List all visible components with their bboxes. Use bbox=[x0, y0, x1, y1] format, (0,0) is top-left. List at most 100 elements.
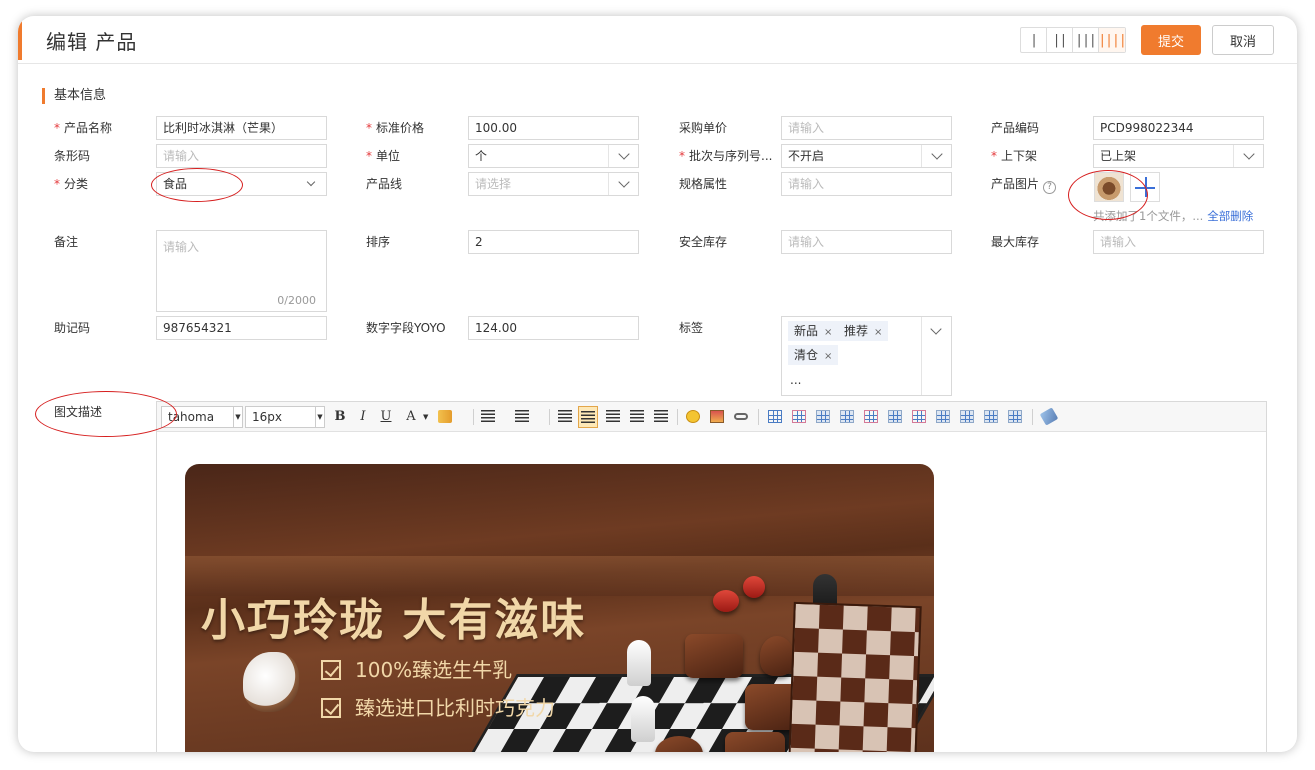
toolbar-divider bbox=[758, 409, 759, 425]
batch-serial-select[interactable]: 不开启 bbox=[781, 144, 952, 168]
submit-button[interactable]: 提交 bbox=[1141, 25, 1201, 55]
product-edit-window: 编辑 产品 | || ||| |||| 提交 取消 基本信息 * 产品名称 比利时… bbox=[18, 16, 1297, 752]
font-color-button[interactable]: A bbox=[401, 406, 421, 428]
split-cells-icon[interactable] bbox=[1008, 410, 1022, 423]
toolbar-divider bbox=[1032, 409, 1033, 425]
insert-row-before-icon[interactable] bbox=[816, 410, 830, 423]
ordered-list-icon[interactable] bbox=[481, 410, 495, 422]
safety-stock-input[interactable]: 请输入 bbox=[781, 230, 952, 254]
editor-toolbar: tahoma ▼ 16px ▼ B I U A ▼ bbox=[157, 402, 1266, 432]
align-left-button[interactable] bbox=[578, 406, 598, 428]
spec-input[interactable]: 请输入 bbox=[781, 172, 952, 196]
product-banner-image: 小巧玲珑 大有滋味 100%臻选生牛乳 臻选进口比利时巧克力 bbox=[185, 464, 934, 752]
highlight-color-icon[interactable] bbox=[438, 410, 452, 423]
chevron-down-icon bbox=[296, 173, 326, 195]
chevron-down-icon[interactable] bbox=[921, 317, 951, 395]
link-icon[interactable] bbox=[734, 413, 748, 420]
delete-column-icon[interactable] bbox=[912, 410, 926, 423]
max-stock-input[interactable]: 请输入 bbox=[1093, 230, 1264, 254]
delete-row-icon[interactable] bbox=[864, 410, 878, 423]
std-price-input[interactable]: 100.00 bbox=[468, 116, 639, 140]
strawberry-graphic bbox=[713, 590, 739, 612]
section-title-basic-info: 基本信息 bbox=[42, 88, 106, 104]
max-stock-label: 最大库存 bbox=[991, 235, 1040, 249]
image-icon[interactable] bbox=[710, 410, 724, 423]
chevron-down-icon bbox=[921, 145, 951, 167]
tag-remove-icon[interactable]: × bbox=[874, 327, 882, 338]
strawberry-graphic bbox=[743, 576, 765, 598]
column-layout-switcher: | || ||| |||| bbox=[1020, 27, 1127, 53]
cancel-button[interactable]: 取消 bbox=[1212, 25, 1274, 55]
layout-3-column-button[interactable]: ||| bbox=[1073, 28, 1099, 52]
merge-cells-icon[interactable] bbox=[936, 410, 950, 423]
remark-placeholder: 请输入 bbox=[163, 240, 200, 254]
merge-down-icon[interactable] bbox=[984, 410, 998, 423]
insert-column-icon[interactable] bbox=[888, 410, 902, 423]
banner-line-2: 臻选进口比利时巧克力 bbox=[321, 692, 555, 721]
tag-item: 新品 × bbox=[788, 321, 839, 341]
unordered-list-icon[interactable] bbox=[515, 410, 529, 422]
barcode-input[interactable]: 请输入 bbox=[156, 144, 327, 168]
tags-label: 标签 bbox=[679, 321, 704, 335]
sort-label: 排序 bbox=[366, 235, 391, 249]
white-knight-graphic bbox=[627, 640, 651, 686]
purchase-price-input[interactable]: 请输入 bbox=[781, 116, 952, 140]
indent-icon[interactable] bbox=[558, 410, 572, 422]
chocolate-graphic bbox=[725, 732, 785, 752]
toolbar-divider bbox=[677, 409, 678, 425]
unit-label: * 单位 bbox=[366, 149, 401, 163]
font-size-select[interactable]: 16px ▼ bbox=[245, 406, 325, 428]
remark-textarea[interactable]: 请输入 0/2000 bbox=[156, 230, 327, 312]
layout-4-column-button[interactable]: |||| bbox=[1098, 28, 1127, 52]
purchase-price-label: 采购单价 bbox=[679, 121, 728, 135]
annotation-ellipse-image bbox=[1068, 170, 1148, 220]
tag-item: 推荐 × bbox=[838, 321, 889, 341]
number-field-input[interactable]: 124.00 bbox=[468, 316, 639, 340]
char-counter: 0/2000 bbox=[277, 294, 316, 307]
help-icon[interactable]: ? bbox=[1043, 181, 1057, 194]
tags-select[interactable]: 新品 × 推荐 × 清仓 × ... bbox=[781, 316, 952, 396]
dropdown-arrow-icon: ▼ bbox=[423, 413, 429, 421]
product-line-select[interactable]: 请选择 bbox=[468, 172, 639, 196]
delete-all-link[interactable]: 全部删除 bbox=[1207, 209, 1253, 223]
chevron-down-icon bbox=[1233, 145, 1263, 167]
chocolate-graphic bbox=[685, 634, 743, 678]
bold-button[interactable]: B bbox=[330, 406, 350, 428]
italic-button[interactable]: I bbox=[353, 406, 373, 428]
product-code-input[interactable]: PCD998022344 bbox=[1093, 116, 1264, 140]
layout-2-column-button[interactable]: || bbox=[1047, 28, 1073, 52]
align-right-icon[interactable] bbox=[630, 410, 644, 422]
rich-text-editor[interactable]: tahoma ▼ 16px ▼ B I U A ▼ 小巧玲珑 大有滋味 100%… bbox=[156, 401, 1267, 752]
unit-select[interactable]: 个 bbox=[468, 144, 639, 168]
insert-row-after-icon[interactable] bbox=[840, 410, 854, 423]
delete-table-icon[interactable] bbox=[792, 410, 806, 423]
checkbox-icon bbox=[321, 660, 341, 680]
merge-right-icon[interactable] bbox=[960, 410, 974, 423]
product-name-label: * 产品名称 bbox=[54, 121, 113, 135]
emoji-icon[interactable] bbox=[686, 410, 700, 423]
number-field-label: 数字字段YOYO bbox=[366, 321, 446, 335]
product-name-input[interactable]: 比利时冰淇淋（芒果） bbox=[156, 116, 327, 140]
shelf-status-label: * 上下架 bbox=[991, 149, 1038, 163]
mnemonic-input[interactable]: 987654321 bbox=[156, 316, 327, 340]
banner-line-1: 100%臻选生牛乳 bbox=[321, 654, 512, 683]
underline-button[interactable]: U bbox=[376, 406, 396, 428]
sort-input[interactable]: 2 bbox=[468, 230, 639, 254]
eraser-icon[interactable] bbox=[1039, 407, 1059, 426]
shelf-status-select[interactable]: 已上架 bbox=[1093, 144, 1264, 168]
table-icon[interactable] bbox=[768, 410, 782, 423]
product-code-label: 产品编码 bbox=[991, 121, 1040, 135]
chocolate-graphic bbox=[760, 636, 794, 676]
justify-icon[interactable] bbox=[654, 410, 668, 422]
tag-remove-icon[interactable]: × bbox=[824, 351, 832, 362]
product-package-graphic bbox=[788, 601, 922, 752]
layout-1-column-button[interactable]: | bbox=[1021, 28, 1047, 52]
remark-label: 备注 bbox=[54, 235, 79, 249]
category-label: * 分类 bbox=[54, 177, 89, 191]
align-center-icon[interactable] bbox=[606, 410, 620, 422]
tag-remove-icon[interactable]: × bbox=[824, 327, 832, 338]
milk-splash-graphic bbox=[243, 652, 299, 712]
annotation-ellipse-description bbox=[35, 391, 177, 437]
top-bar: 编辑 产品 | || ||| |||| 提交 取消 bbox=[18, 16, 1297, 64]
mnemonic-label: 助记码 bbox=[54, 321, 91, 335]
